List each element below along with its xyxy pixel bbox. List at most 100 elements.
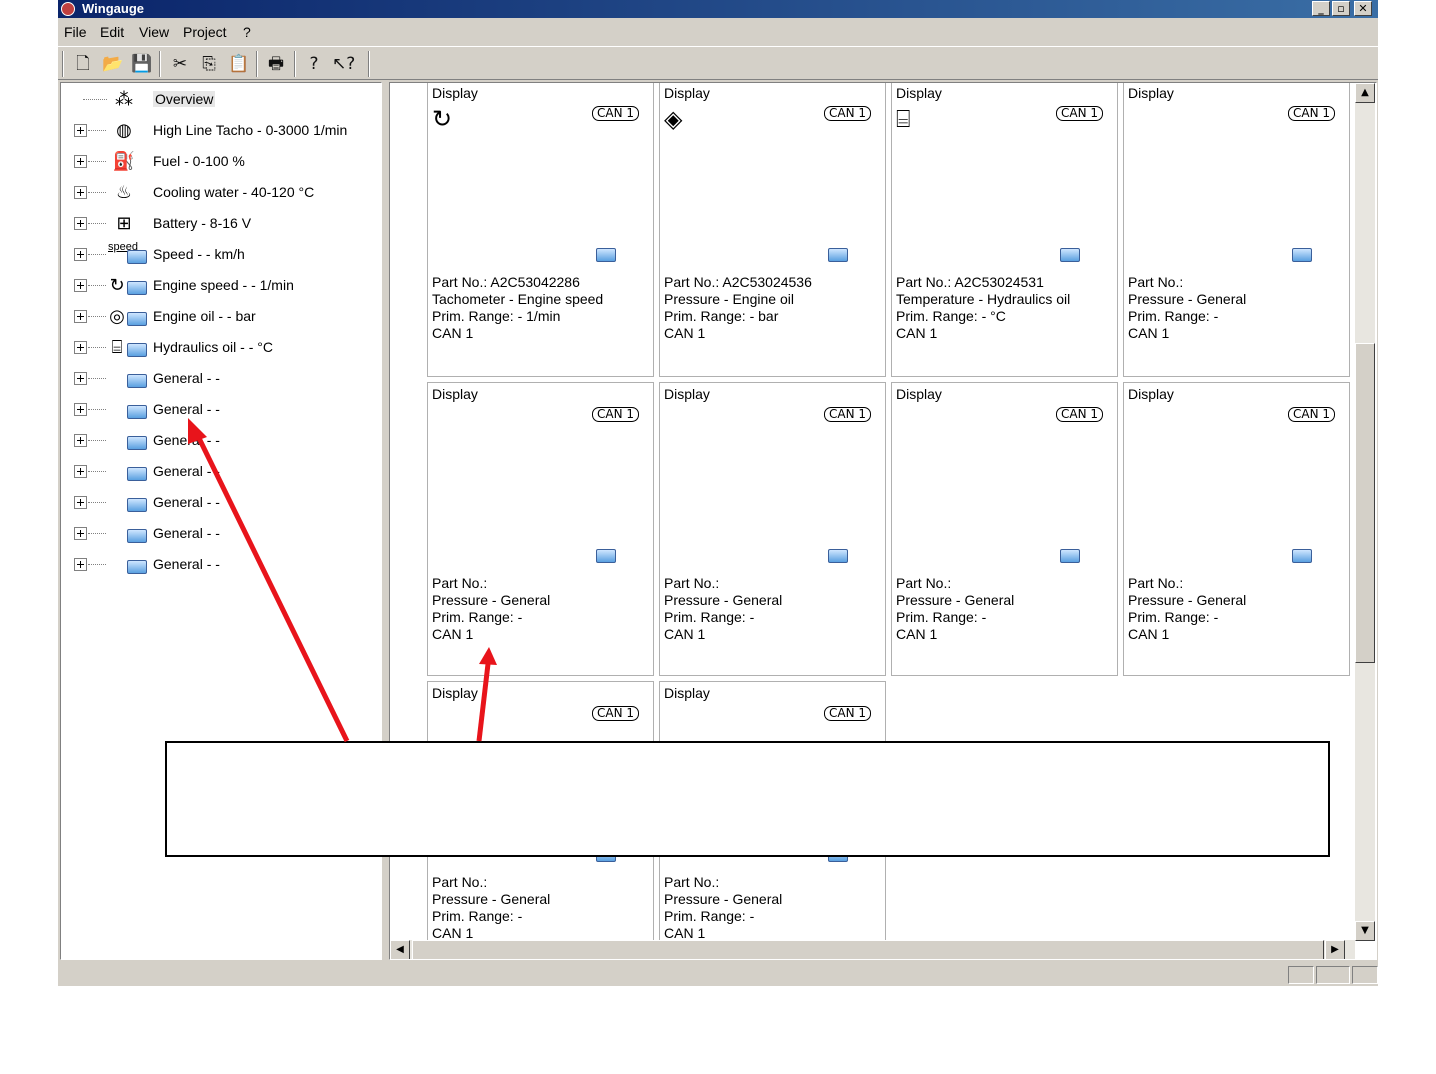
part-number: Part No.: (432, 874, 488, 890)
can-badge: CAN 1 (591, 407, 639, 422)
expand-icon[interactable] (74, 279, 87, 292)
print-icon[interactable]: 🖶 (265, 53, 287, 75)
tree-item-engine-speed[interactable]: ↻ Engine speed - - 1/min (61, 270, 381, 301)
tree-item-general[interactable]: General - - (61, 549, 381, 580)
tree-connector (88, 471, 106, 472)
scroll-right-button[interactable]: ▶ (1325, 940, 1345, 959)
expand-icon[interactable] (74, 310, 87, 323)
tree-item-label: Fuel - 0-100 % (153, 153, 245, 169)
rotation-icon: ↻ (432, 105, 453, 133)
engine-oil-icon: ◎ (109, 306, 125, 327)
display-icon (596, 549, 616, 563)
card-info: Part No.: Pressure - General Prim. Range: … (896, 575, 1014, 643)
expand-icon[interactable] (74, 527, 87, 540)
open-folder-icon[interactable]: 📂 (102, 53, 124, 75)
card-title: Display (432, 85, 478, 101)
can-badge: CAN 1 (823, 407, 871, 422)
display-card[interactable]: Display CAN 1 ⌸ Part No.: A2C53024531 Temper… (891, 83, 1118, 377)
tree-item-battery[interactable]: ⊞ Battery - 8-16 V (61, 208, 381, 239)
horizontal-scrollbar[interactable]: ◀ ▶ (390, 940, 1355, 959)
tree-connector (88, 254, 106, 255)
display-card[interactable]: Display CAN 1 Part No.: Pressure - General P… (1123, 382, 1350, 676)
card-title: Display (664, 386, 710, 402)
tree-item-general[interactable]: General - - (61, 363, 381, 394)
minimize-button[interactable]: _ (1312, 1, 1330, 16)
tree-item-speed[interactable]: speed Speed - - km/h (61, 239, 381, 270)
expand-icon[interactable] (74, 558, 87, 571)
tree-item-general[interactable]: General - - (61, 456, 381, 487)
expand-icon[interactable] (74, 124, 87, 137)
status-panel (1352, 966, 1378, 984)
expand-icon[interactable] (74, 341, 87, 354)
expand-icon[interactable] (74, 434, 87, 447)
expand-icon[interactable] (74, 372, 87, 385)
card-info: Part No.: Pressure - General Prim. Range: … (664, 575, 782, 643)
menu-view[interactable]: View (139, 20, 169, 44)
bus-label: CAN 1 (896, 626, 938, 642)
tree-item-general[interactable]: General - - (61, 518, 381, 549)
display-card[interactable]: Display CAN 1 Part No.: Pressure - General P… (427, 382, 654, 676)
tree-item-label: Overview (153, 91, 216, 107)
tree-connector (88, 285, 106, 286)
display-card[interactable]: Display CAN 1 ◈ Part No.: A2C53024536 Pressu… (659, 83, 886, 377)
bus-label: CAN 1 (896, 325, 938, 341)
vertical-scrollbar[interactable]: ▲ ▼ (1355, 83, 1375, 941)
tree-connector (88, 564, 106, 565)
tree-item-general[interactable]: General - - (61, 425, 381, 456)
menu-project[interactable]: Project (183, 20, 227, 44)
primary-range: Prim. Range: - 1/min (432, 308, 561, 324)
can-badge: CAN 1 (591, 706, 639, 721)
expand-icon[interactable] (74, 217, 87, 230)
menu-help[interactable]: ? (243, 20, 251, 44)
tree-item-label: High Line Tacho - 0-3000 1/min (153, 122, 348, 138)
expand-icon[interactable] (74, 155, 87, 168)
primary-range: Prim. Range: - (664, 908, 755, 924)
context-help-icon[interactable]: ↖? (332, 53, 355, 75)
can-badge: CAN 1 (591, 106, 639, 121)
tree-item-general[interactable]: General - - (61, 394, 381, 425)
part-number: Part No.: A2C53042286 (432, 274, 580, 290)
toolbar-grip (62, 51, 64, 77)
help-icon[interactable]: ? (303, 53, 325, 75)
tree-item-label: Engine oil - - bar (153, 308, 256, 324)
expand-icon[interactable] (74, 186, 87, 199)
cut-icon[interactable]: ✂ (169, 53, 191, 75)
tree-item-tacho[interactable]: ◍ High Line Tacho - 0-3000 1/min (61, 115, 381, 146)
expand-icon[interactable] (74, 248, 87, 261)
maximize-button[interactable]: ▫ (1332, 1, 1350, 16)
tree-item-cooling-water[interactable]: ♨ Cooling water - 40-120 °C (61, 177, 381, 208)
menu-file[interactable]: File (64, 20, 87, 44)
menu-edit[interactable]: Edit (100, 20, 124, 44)
scrollbar-thumb[interactable] (1355, 343, 1375, 663)
tree-item-fuel[interactable]: ⛽ Fuel - 0-100 % (61, 146, 381, 177)
scrollbar-thumb[interactable] (412, 940, 1324, 959)
tree-item-general[interactable]: General - - (61, 487, 381, 518)
display-card[interactable]: Display CAN 1 ↻ Part No.: A2C53042286 Tachom… (427, 83, 654, 377)
tree-item-overview[interactable]: ⁂ Overview (61, 84, 381, 115)
expand-icon[interactable] (74, 403, 87, 416)
scroll-up-button[interactable]: ▲ (1355, 83, 1375, 103)
scroll-left-button[interactable]: ◀ (390, 940, 410, 959)
display-card[interactable]: Display CAN 1 Part No.: Pressure - General P… (659, 382, 886, 676)
tree-item-engine-oil[interactable]: ◎ Engine oil - - bar (61, 301, 381, 332)
paste-icon[interactable]: 📋 (228, 53, 250, 75)
save-icon[interactable]: 💾 (131, 53, 153, 75)
annotation-callout-box (165, 741, 1330, 857)
display-card[interactable]: Display CAN 1 Part No.: Pressure - General P… (1123, 83, 1350, 377)
bus-label: CAN 1 (432, 325, 474, 341)
tree-connector (88, 502, 106, 503)
display-card[interactable]: Display CAN 1 Part No.: Pressure - General P… (891, 382, 1118, 676)
new-file-icon[interactable]: 🗋 (72, 53, 94, 75)
card-info: Part No.: Pressure - General Prim. Range: … (1128, 274, 1246, 342)
scroll-down-button[interactable]: ▼ (1355, 921, 1375, 941)
expand-icon[interactable] (74, 496, 87, 509)
battery-icon: ⊞ (116, 213, 132, 234)
display-icon (127, 529, 147, 543)
card-title: Display (664, 85, 710, 101)
close-button[interactable]: ✕ (1354, 1, 1372, 16)
tree-item-hydraulics-oil[interactable]: ⌸ Hydraulics oil - - °C (61, 332, 381, 363)
can-badge: CAN 1 (1287, 407, 1335, 422)
part-number: Part No.: A2C53024531 (896, 274, 1044, 290)
copy-icon[interactable]: ⎘ (198, 53, 220, 75)
expand-icon[interactable] (74, 465, 87, 478)
